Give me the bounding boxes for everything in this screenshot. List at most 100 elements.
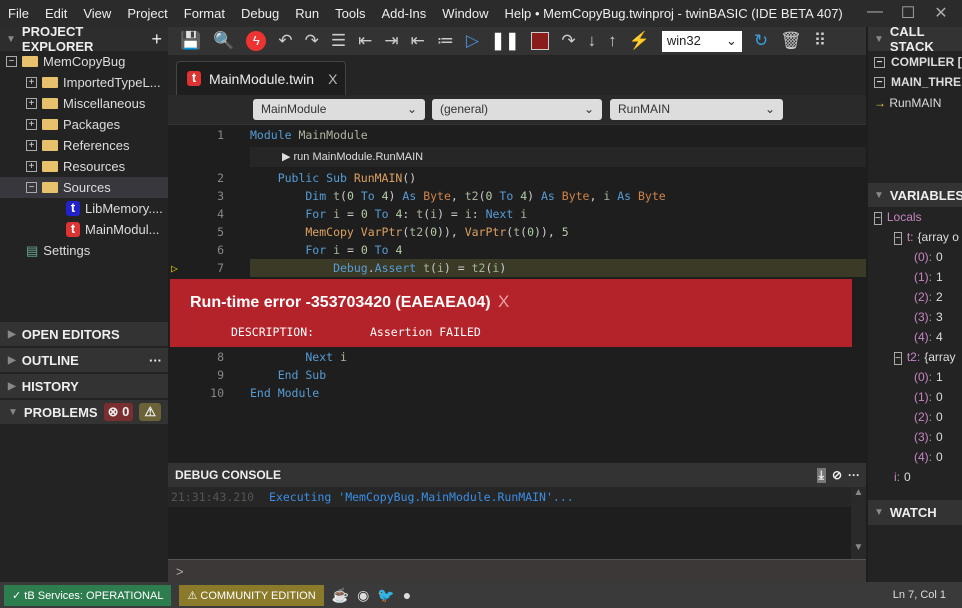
expand-icon[interactable]: +	[26, 119, 37, 130]
add-icon[interactable]: +	[151, 29, 162, 50]
problems-section[interactable]: ▼ PROBLEMS ⊗ 0 ⚠	[0, 399, 168, 424]
expand-icon[interactable]: +	[26, 98, 37, 109]
collapse-icon[interactable]: −	[6, 56, 17, 67]
menu-help[interactable]: Help	[497, 6, 540, 21]
tab-main-module[interactable]: t MainModule.twin X	[176, 61, 346, 95]
code-line[interactable]: 1 Module MainModule	[168, 126, 866, 144]
code-line[interactable]: ▷ 7 Debug.Assert t(i) = t2(i)	[168, 259, 866, 277]
lightning-icon[interactable]: ϟ	[246, 31, 267, 51]
maximize-button[interactable]: ☐	[893, 3, 923, 23]
tree-item[interactable]: ▤ Settings	[0, 240, 168, 261]
call-stack-item[interactable]: − MAIN_THRE	[874, 75, 961, 89]
menu-tools[interactable]: Tools	[327, 6, 373, 21]
more-icon[interactable]: ···	[149, 353, 162, 368]
save-icon[interactable]: 💾	[180, 31, 201, 51]
run-icon[interactable]: ▷	[466, 31, 479, 51]
tree-item[interactable]: + Resources	[0, 156, 168, 177]
pause-icon[interactable]: ❚❚	[491, 31, 520, 51]
code-line[interactable]: 2 Public Sub RunMAIN()	[168, 169, 866, 187]
clear-console-icon[interactable]: ⊘	[832, 468, 842, 482]
platform-select[interactable]: win32 ⌄	[661, 30, 742, 52]
close-tab-icon[interactable]: X	[328, 71, 337, 87]
coffee-icon[interactable]: ☕	[332, 587, 349, 604]
services-status[interactable]: ✓ tB Services: OPERATIONAL	[4, 584, 172, 606]
variable-i[interactable]: i: 0	[894, 470, 911, 484]
collapse-icon[interactable]: −	[894, 232, 902, 245]
menu-view[interactable]: View	[75, 6, 119, 21]
more-icon[interactable]: ···	[848, 468, 860, 482]
variables-header[interactable]: ▼ VARIABLES	[868, 183, 962, 207]
code-line[interactable]: 6 For i = 0 To 4	[168, 241, 866, 259]
refresh-icon[interactable]: ↻	[754, 31, 768, 51]
procedure-select[interactable]: RunMAIN ⌄	[610, 99, 783, 120]
discord-icon[interactable]: ◉	[357, 587, 369, 604]
step-over-icon[interactable]: ↷	[561, 31, 575, 51]
run-fast-icon[interactable]: ⚡	[629, 31, 650, 51]
code-line[interactable]: 8 Next i	[168, 348, 866, 366]
menu-file[interactable]: File	[0, 6, 37, 21]
scope-select[interactable]: (general) ⌄	[432, 99, 602, 120]
array-element[interactable]: (0): 1	[914, 370, 943, 384]
array-element[interactable]: (4): 4	[914, 330, 943, 344]
menu-format[interactable]: Format	[176, 6, 233, 21]
edition-badge[interactable]: ⚠ COMMUNITY EDITION	[179, 584, 324, 606]
variable-t2[interactable]: − t2: {array	[894, 350, 956, 365]
call-stack-item[interactable]: − COMPILER [	[874, 55, 962, 69]
watch-header[interactable]: ▼ WATCH	[868, 500, 962, 525]
tree-item[interactable]: − MemCopyBug	[0, 51, 168, 72]
outdent-icon[interactable]: ⇤	[358, 31, 372, 51]
step-into-icon[interactable]: ↓	[588, 31, 597, 51]
twitter-icon[interactable]: 🐦	[377, 587, 394, 604]
menu-project[interactable]: Project	[119, 6, 175, 21]
trash-icon[interactable]: 🗑	[780, 31, 802, 51]
call-stack-item[interactable]: → RunMAIN	[874, 96, 941, 110]
outline-section[interactable]: ▶ OUTLINE ···	[0, 347, 168, 372]
close-button[interactable]: ✕	[926, 3, 956, 23]
step-out-icon[interactable]: ↑	[608, 31, 617, 51]
collapse-icon[interactable]: −	[894, 352, 902, 365]
open-editors-section[interactable]: ▶ OPEN EDITORS	[0, 321, 168, 346]
minimize-button[interactable]: —	[860, 3, 890, 21]
locals-node[interactable]: − Locals	[874, 210, 922, 225]
collapse-icon[interactable]: −	[874, 212, 882, 225]
expand-icon[interactable]: +	[26, 77, 37, 88]
history-section[interactable]: ▶ HISTORY	[0, 373, 168, 398]
module-select[interactable]: MainModule ⌄	[253, 99, 425, 120]
expand-icon[interactable]: +	[26, 161, 37, 172]
stop-icon[interactable]	[531, 32, 550, 50]
array-element[interactable]: (1): 1	[914, 270, 943, 284]
unindent-icon[interactable]: ⇤	[411, 31, 425, 51]
console-input[interactable]: >	[168, 559, 866, 582]
scroll-up-icon[interactable]: ▲	[851, 487, 866, 498]
code-line[interactable]: 9 End Sub	[168, 366, 866, 384]
array-element[interactable]: (3): 3	[914, 310, 943, 324]
menu-add-ins[interactable]: Add-Ins	[373, 6, 434, 21]
tree-item[interactable]: t MainModul...	[0, 219, 168, 240]
scroll-down-icon[interactable]: ▼	[851, 542, 866, 553]
menu-window[interactable]: Window	[434, 6, 496, 21]
tree-item[interactable]: + ImportedTypeL...	[0, 72, 168, 93]
array-element[interactable]: (2): 0	[914, 410, 943, 424]
error-count-badge[interactable]: ⊗ 0	[103, 403, 134, 421]
search-icon[interactable]: 🔍	[213, 31, 234, 51]
array-element[interactable]: (0): 0	[914, 250, 943, 264]
close-error-icon[interactable]: X	[498, 292, 509, 312]
warning-icon[interactable]: ⚠	[139, 403, 161, 421]
code-line[interactable]: 3 Dim t(0 To 4) As Byte, t2(0 To 4) As B…	[168, 187, 866, 205]
array-element[interactable]: (3): 0	[914, 430, 943, 444]
codelens-run[interactable]: ▶ run MainModule.RunMAIN	[250, 147, 866, 167]
grid-icon[interactable]: ⠿	[814, 31, 826, 51]
code-line[interactable]: 5 MemCopy VarPtr(t2(0)), VarPtr(t(0)), 5	[168, 223, 866, 241]
scroll-lock-icon[interactable]: ⤓	[816, 467, 826, 483]
menu-run[interactable]: Run	[287, 6, 327, 21]
call-stack-header[interactable]: ▼ CALL STACK	[868, 27, 962, 54]
array-element[interactable]: (4): 0	[914, 450, 943, 464]
tree-item[interactable]: − Sources	[0, 177, 168, 198]
list-icon[interactable]: ≔	[437, 31, 454, 51]
redo-icon[interactable]: ↷	[305, 31, 319, 51]
undo-icon[interactable]: ↶	[278, 31, 292, 51]
menu-edit[interactable]: Edit	[37, 6, 75, 21]
tree-item[interactable]: + Miscellaneous	[0, 93, 168, 114]
expand-icon[interactable]: +	[26, 140, 37, 151]
indent-icon[interactable]: ⇥	[384, 31, 398, 51]
